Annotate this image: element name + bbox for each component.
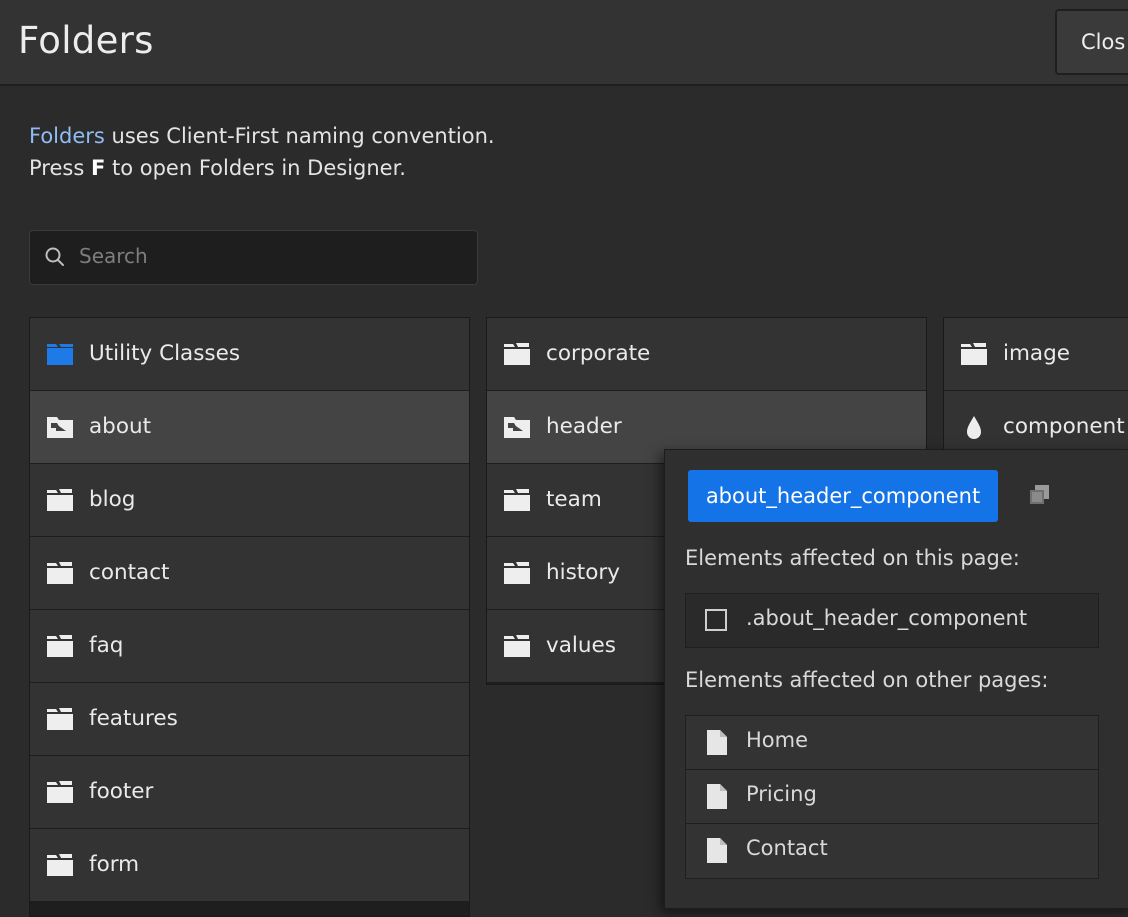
folder-label: image	[1003, 341, 1070, 366]
folder-label: faq	[89, 633, 124, 658]
folder-icon	[503, 342, 531, 366]
page-item-contact[interactable]: Contact	[686, 824, 1098, 878]
folder-label: values	[546, 633, 616, 658]
search-placeholder: Search	[79, 244, 148, 268]
folder-item-footer[interactable]: footer	[30, 756, 469, 828]
folder-icon	[46, 780, 74, 804]
page-name: Pricing	[746, 782, 817, 806]
folder-item-features[interactable]: features	[30, 683, 469, 755]
folder-item-faq[interactable]: faq	[30, 610, 469, 682]
folders-link[interactable]: Folders	[29, 124, 105, 148]
info-line-1-text: uses Client-First naming convention.	[104, 124, 495, 148]
folder-icon	[46, 853, 74, 877]
drop-icon	[960, 415, 988, 439]
page-name: Contact	[746, 836, 828, 860]
other-pages-label: Elements affected on other pages:	[685, 668, 1049, 692]
header-bar: Folders Clos	[0, 0, 1128, 86]
info-line-2-post: to open Folders in Designer.	[105, 156, 406, 180]
folder-label: contact	[89, 560, 170, 585]
folder-item-about[interactable]: about	[30, 391, 469, 463]
folder-icon	[503, 634, 531, 658]
shortcut-key: F	[90, 156, 106, 180]
element-class-name: .about_header_component	[746, 606, 1028, 630]
folder-open-icon	[46, 415, 74, 439]
folder-label: about	[89, 414, 152, 439]
folder-icon	[46, 488, 74, 512]
folder-label: blog	[89, 487, 136, 512]
folder-icon	[960, 342, 988, 366]
info-line-1: Folders uses Client-First naming convent…	[29, 120, 495, 152]
page-item-home[interactable]: Home	[686, 716, 1098, 770]
folder-label: corporate	[546, 341, 651, 366]
folder-item-form[interactable]: form	[30, 829, 469, 901]
folder-open-icon	[503, 415, 531, 439]
folder-icon	[46, 634, 74, 658]
element-checkbox[interactable]	[705, 609, 727, 631]
info-line-2-pre: Press	[29, 156, 91, 180]
copy-icon[interactable]	[1029, 484, 1051, 510]
page-name: Home	[746, 728, 809, 752]
this-page-element-row[interactable]: .about_header_component	[685, 593, 1099, 648]
other-pages-list: Home Pricing Contact	[685, 715, 1099, 879]
class-label: component	[1003, 414, 1125, 439]
search-input[interactable]: Search	[29, 230, 478, 285]
this-page-label: Elements affected on this page:	[685, 546, 1020, 570]
folder-label: features	[89, 706, 178, 731]
page-title: Folders	[18, 19, 154, 62]
close-button[interactable]: Clos	[1055, 9, 1128, 75]
page-item-pricing[interactable]: Pricing	[686, 770, 1098, 824]
folder-icon-blue	[46, 342, 74, 366]
page-icon	[706, 729, 728, 760]
folder-icon	[503, 488, 531, 512]
page-icon	[706, 783, 728, 814]
folder-label: Utility Classes	[89, 341, 241, 366]
info-text: Folders uses Client-First naming convent…	[29, 120, 495, 184]
folder-icon	[46, 707, 74, 731]
folder-column-3: image component	[943, 317, 1128, 465]
folder-item-corporate[interactable]: corporate	[487, 318, 926, 390]
info-line-2: Press F to open Folders in Designer.	[29, 152, 495, 184]
folder-item-contact[interactable]: contact	[30, 537, 469, 609]
folder-label: footer	[89, 779, 154, 804]
folder-label: history	[546, 560, 620, 585]
folder-icon	[503, 561, 531, 585]
folder-label: header	[546, 414, 622, 439]
folder-label: team	[546, 487, 602, 512]
folder-item-utility-classes[interactable]: Utility Classes	[30, 318, 469, 390]
folder-item-blog[interactable]: blog	[30, 464, 469, 536]
search-icon	[44, 246, 66, 272]
page-icon	[706, 837, 728, 868]
class-name-chip[interactable]: about_header_component	[688, 470, 998, 522]
class-details-popup: about_header_component Elements affected…	[664, 449, 1128, 909]
folder-item-image[interactable]: image	[944, 318, 1128, 390]
folder-label: form	[89, 852, 140, 877]
folder-column-1: Utility Classes about blog contact faq f…	[29, 317, 470, 917]
folder-icon	[46, 561, 74, 585]
